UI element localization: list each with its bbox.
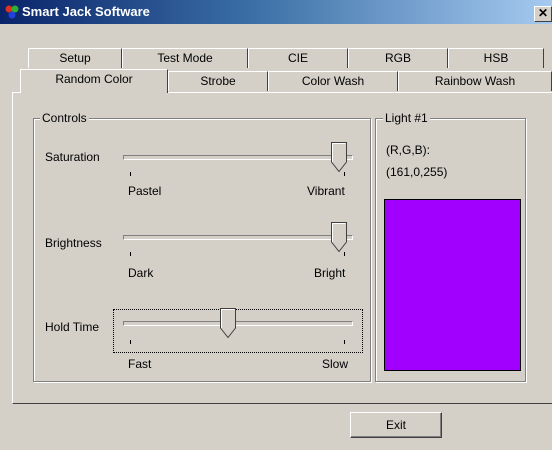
tab-cie[interactable]: CIE xyxy=(248,48,348,68)
saturation-track[interactable] xyxy=(123,155,353,160)
hold-time-slider-thumb[interactable] xyxy=(219,308,236,338)
brightness-min-label: Dark xyxy=(128,266,154,280)
close-button[interactable]: ✕ xyxy=(534,6,552,22)
brightness-label: Brightness xyxy=(45,236,102,250)
saturation-tick-max xyxy=(344,172,345,176)
hold-time-max-label: Slow xyxy=(322,357,349,371)
tab-setup[interactable]: Setup xyxy=(28,48,122,68)
light-group-label: Light #1 xyxy=(383,111,430,125)
rgb-label: (R,G,B): xyxy=(386,143,430,157)
hold-time-tick-min xyxy=(130,340,131,344)
light-color-swatch xyxy=(384,199,521,371)
tab-panel-random-color: Controls Saturation Pastel Vibrant Brigh… xyxy=(12,92,552,404)
rgb-value: (161,0,255) xyxy=(386,165,448,179)
saturation-tick-min xyxy=(130,172,131,176)
saturation-slider-thumb[interactable] xyxy=(331,142,347,172)
tab-rgb[interactable]: RGB xyxy=(348,48,448,68)
tab-strobe[interactable]: Strobe xyxy=(168,71,268,91)
saturation-label: Saturation xyxy=(45,150,100,164)
exit-button[interactable]: Exit xyxy=(350,412,442,438)
app-icon xyxy=(5,5,19,19)
title-bar: Smart Jack Software ✕ xyxy=(0,0,552,24)
hold-time-label: Hold Time xyxy=(45,320,100,334)
tab-test-mode[interactable]: Test Mode xyxy=(122,48,248,68)
hold-time-focus-rect xyxy=(113,309,363,353)
brightness-slider-thumb[interactable] xyxy=(331,222,347,252)
brightness-track[interactable] xyxy=(123,235,353,240)
controls-group-label: Controls xyxy=(40,111,89,125)
saturation-min-label: Pastel xyxy=(128,184,162,198)
hold-time-min-label: Fast xyxy=(128,357,152,371)
brightness-tick-max xyxy=(344,252,345,256)
tab-random-color[interactable]: Random Color xyxy=(20,69,168,93)
hold-time-tick-max xyxy=(344,340,345,344)
brightness-max-label: Bright xyxy=(314,266,346,280)
window-title: Smart Jack Software xyxy=(22,4,150,19)
tab-rainbow-wash[interactable]: Rainbow Wash xyxy=(398,71,552,91)
tab-hsb[interactable]: HSB xyxy=(448,48,544,68)
hold-time-track[interactable] xyxy=(123,321,353,326)
saturation-max-label: Vibrant xyxy=(307,184,345,198)
tab-color-wash[interactable]: Color Wash xyxy=(268,71,398,91)
brightness-tick-min xyxy=(130,252,131,256)
